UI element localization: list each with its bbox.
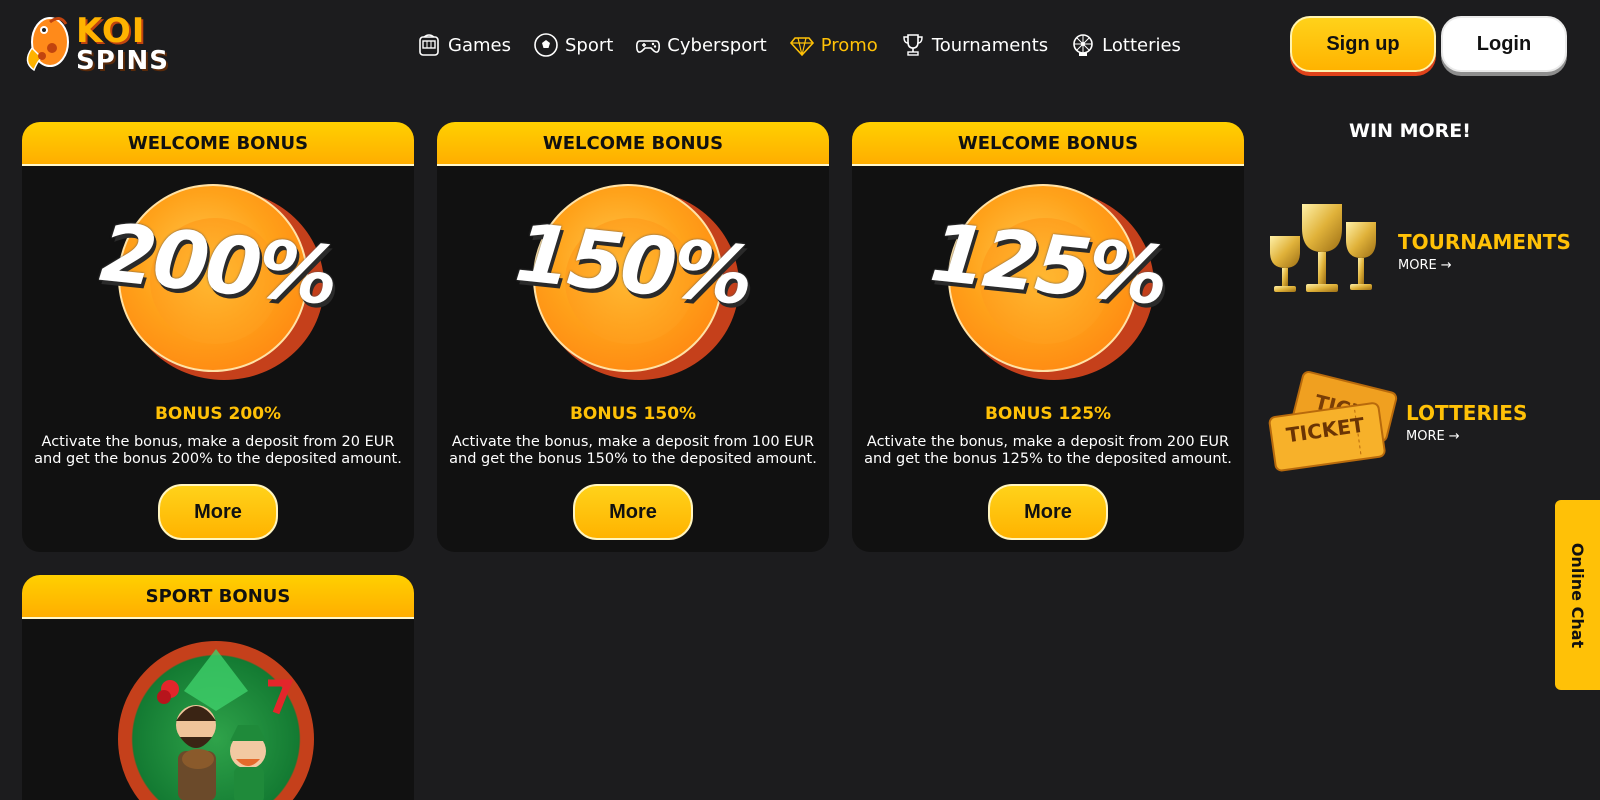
more-button[interactable]: More: [988, 484, 1108, 540]
card-header: WELCOME BONUS: [22, 122, 414, 166]
sport-bonus-card: SPORT BONUS: [22, 575, 414, 800]
nav-games[interactable]: Games: [416, 32, 511, 58]
bonus-description-line: Activate the bonus, make a deposit from …: [866, 434, 1230, 450]
bonus-description: Activate the bonus, make a deposit from …: [22, 434, 414, 468]
diamond-icon: [789, 37, 814, 57]
slot-machine-icon: [419, 34, 439, 56]
card-header: SPORT BONUS: [22, 575, 414, 619]
bonus-card: WELCOME BONUS 200% BONUS 200% Activate t…: [22, 122, 414, 552]
nav-games-label: Games: [448, 34, 511, 56]
win-more-title: WIN MORE!: [1349, 120, 1471, 142]
card-header: WELCOME BONUS: [437, 122, 829, 166]
koi-fish-icon: [26, 17, 69, 72]
lotteries-promo[interactable]: TICK TICKET LOTTERIES MORE →: [1266, 370, 1527, 474]
bonus-card: WELCOME BONUS 125% BONUS 125% Activate t…: [852, 122, 1244, 552]
header: KOI SPINS Games Sport Cybersport Promo T…: [0, 0, 1600, 90]
bonus-coin-art: 125%: [852, 166, 1244, 384]
signup-button[interactable]: Sign up: [1290, 16, 1436, 72]
bonus-description: Activate the bonus, make a deposit from …: [437, 434, 829, 468]
online-chat-label: Online Chat: [1568, 542, 1588, 648]
sport-bonus-art: [22, 619, 414, 800]
nav-sport[interactable]: Sport: [533, 32, 613, 58]
nav-lotteries[interactable]: Lotteries: [1070, 32, 1181, 58]
lotteries-more-link[interactable]: MORE →: [1406, 429, 1527, 444]
characters-illustration: [157, 649, 294, 800]
lotteries-label: LOTTERIES: [1406, 400, 1528, 425]
bonus-title: BONUS 125%: [984, 404, 1112, 424]
bonus-description-line: Activate the bonus, make a deposit from …: [41, 434, 395, 450]
gamepad-icon: [636, 40, 661, 53]
more-button[interactable]: More: [573, 484, 693, 540]
nav-promo-label: Promo: [820, 34, 878, 56]
bonus-description-line: and get the bonus 125% to the deposited …: [864, 451, 1232, 467]
bonus-card: WELCOME BONUS 150% BONUS 150% Activate t…: [437, 122, 829, 552]
main-nav: Games Sport Cybersport Promo Tournaments…: [416, 28, 1181, 62]
more-link-label: MORE: [1398, 257, 1437, 273]
soccer-ball-icon: [534, 33, 558, 57]
nav-tournaments-label: Tournaments: [931, 34, 1049, 56]
bonus-percent: 125%: [926, 205, 1170, 324]
arrow-right-icon: →: [1440, 257, 1452, 273]
gold-trophies-icon: [1270, 204, 1376, 292]
nav-lotteries-label: Lotteries: [1102, 34, 1181, 56]
logo[interactable]: KOI SPINS: [20, 10, 172, 78]
bonus-title: BONUS 200%: [154, 404, 282, 424]
bonus-percent: 150%: [511, 205, 755, 324]
bonus-percent: 200%: [96, 205, 340, 324]
logo-word-bottom: SPINS: [76, 46, 169, 76]
bonus-coin-art: 150%: [437, 166, 829, 384]
tournaments-label: TOURNAMENTS: [1398, 229, 1571, 254]
bonus-coin-art: 200%: [22, 166, 414, 384]
more-button[interactable]: More: [158, 484, 278, 540]
trophy-icon: [903, 34, 923, 56]
nav-promo[interactable]: Promo: [789, 32, 878, 58]
tournaments-more-link[interactable]: MORE →: [1398, 258, 1571, 273]
lottery-wheel-icon: [1073, 34, 1093, 56]
nav-cybersport[interactable]: Cybersport: [635, 32, 767, 58]
tournaments-promo[interactable]: TOURNAMENTS MORE →: [1262, 196, 1571, 306]
card-header: WELCOME BONUS: [852, 122, 1244, 166]
nav-sport-label: Sport: [564, 34, 614, 56]
login-button[interactable]: Login: [1441, 16, 1567, 72]
nav-cybersport-label: Cybersport: [667, 34, 767, 56]
bonus-title: BONUS 150%: [569, 404, 697, 424]
bonus-description-line: and get the bonus 200% to the deposited …: [34, 451, 402, 467]
bonus-description-line: and get the bonus 150% to the deposited …: [449, 451, 817, 467]
bonus-description-line: Activate the bonus, make a deposit from …: [451, 434, 815, 450]
logo-word-top: KOI: [76, 11, 146, 51]
bonus-description: Activate the bonus, make a deposit from …: [852, 434, 1244, 468]
arrow-right-icon: →: [1448, 428, 1460, 444]
nav-tournaments[interactable]: Tournaments: [900, 32, 1048, 58]
online-chat-tab[interactable]: Online Chat: [1555, 500, 1600, 690]
more-link-label: MORE: [1406, 428, 1445, 444]
